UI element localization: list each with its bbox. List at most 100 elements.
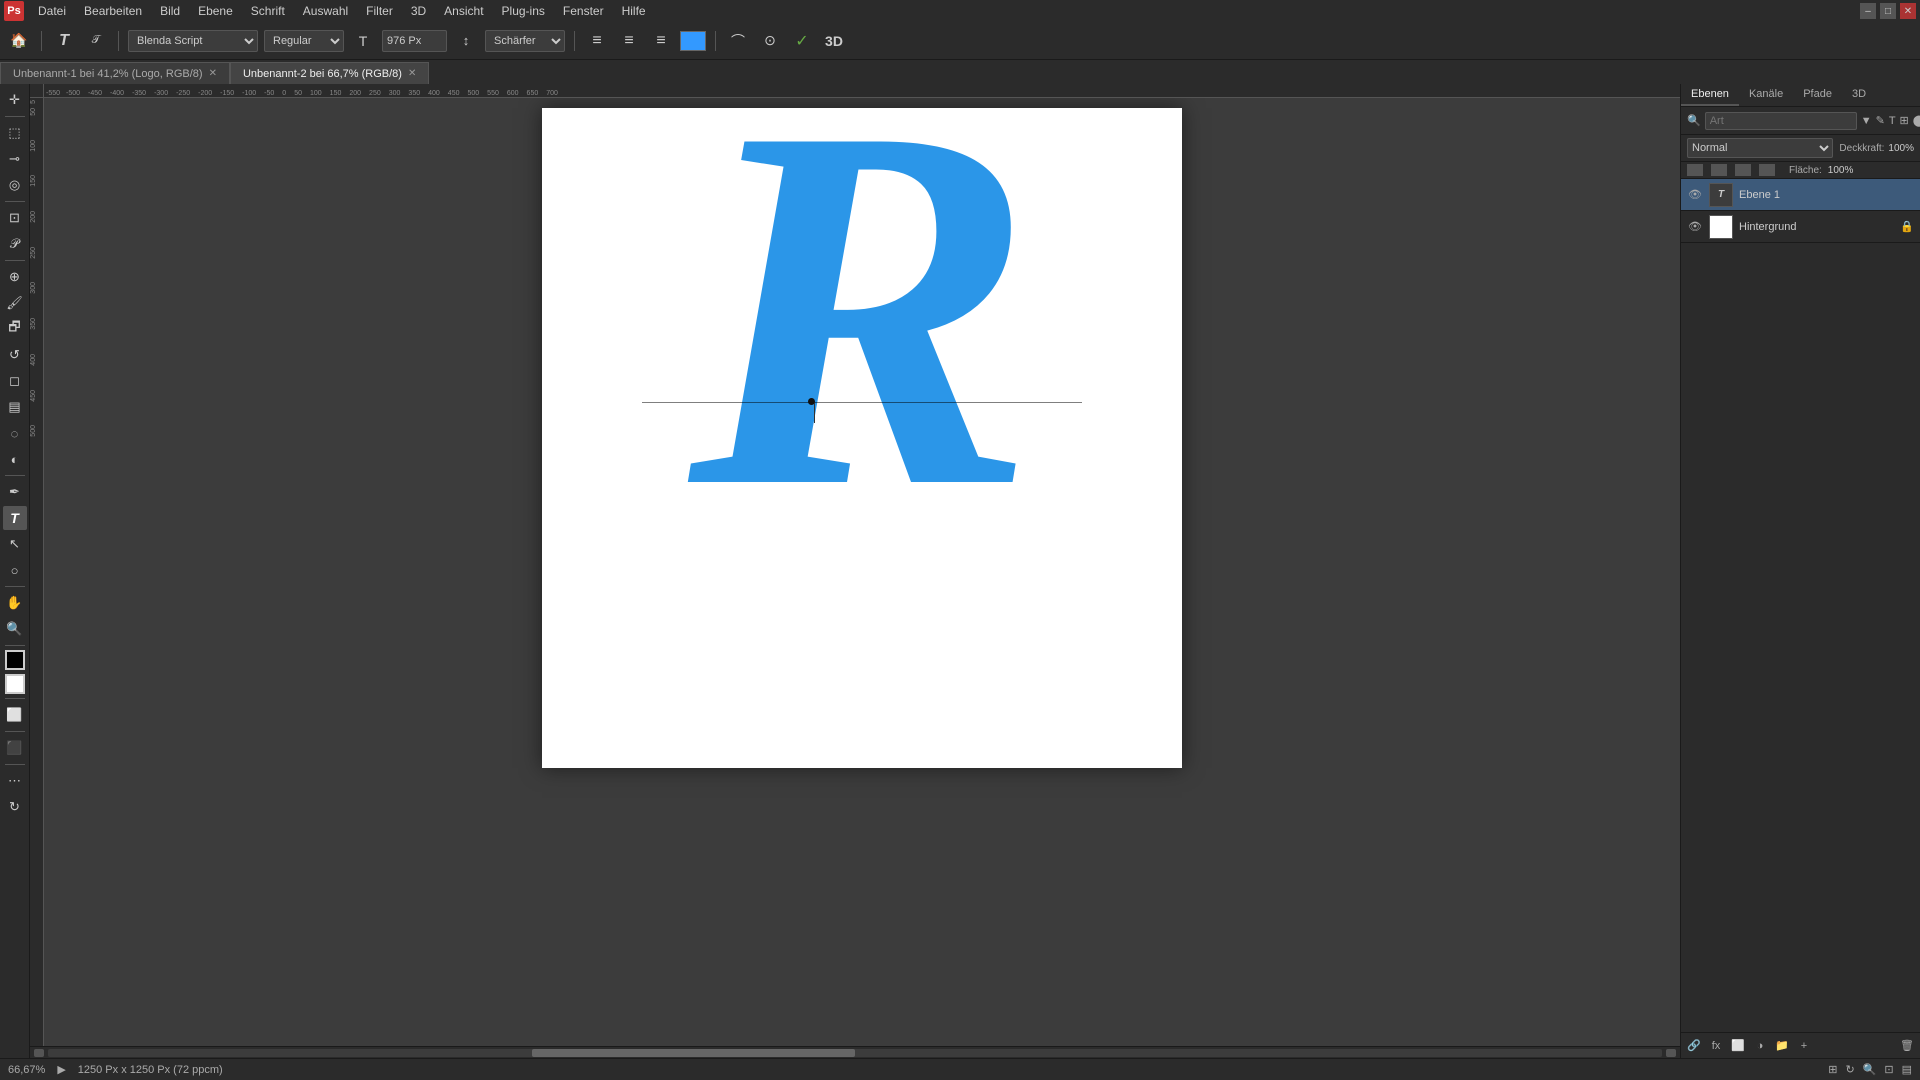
character-panel-icon[interactable]: ⊙ [757,28,783,54]
blur-tool[interactable]: ◌ [3,421,27,445]
brush-tool[interactable]: 🖌 [3,291,27,315]
status-icon1[interactable]: ⊞ [1828,1063,1837,1076]
menu-3d[interactable]: 3D [403,2,434,20]
delete-layer-icon[interactable]: 🗑 [1898,1037,1916,1055]
commit-icon[interactable]: ✓ [789,28,815,54]
layer-filter-icon2[interactable]: ✎ [1876,112,1885,130]
layer-filter-icon4[interactable]: ⊞ [1900,112,1909,130]
panel-tab-ebenen[interactable]: Ebenen [1681,84,1739,106]
lasso-tool[interactable]: ⊸ [3,147,27,171]
canvas-area[interactable]: R [44,98,1680,1046]
menu-schrift[interactable]: Schrift [243,2,293,20]
link-layers-icon[interactable]: 🔗 [1685,1037,1703,1055]
layer-eye-ebene1[interactable]: 👁 [1687,187,1703,203]
home-icon[interactable]: 🏠 [6,28,32,54]
h-scroll-track[interactable] [48,1049,1662,1057]
sep1 [41,31,42,51]
menu-bild[interactable]: Bild [152,2,188,20]
menu-plugins[interactable]: Plug-ins [494,2,553,20]
minimize-button[interactable]: – [1860,3,1876,19]
foreground-color[interactable] [5,650,25,670]
align-right-icon[interactable]: ≡ [648,28,674,54]
eyedropper-tool[interactable]: 𝒫 [3,232,27,256]
cancel-3d-icon[interactable]: 3D [821,28,847,54]
history-brush-tool[interactable]: ↺ [3,343,27,367]
status-icon3[interactable]: 🔍 [1863,1063,1877,1076]
tab1-close[interactable]: ✕ [209,68,217,79]
layer-item-hintergrund[interactable]: 👁 Hintergrund 🔒 [1681,211,1920,243]
status-icon2[interactable]: ↻ [1845,1063,1854,1076]
add-layer-icon[interactable]: + [1795,1037,1813,1055]
marquee-tool[interactable]: ⬚ [3,121,27,145]
sharpening-select[interactable]: Schärfer [485,30,565,52]
clone-tool[interactable]: 🗗 [3,317,27,341]
h-scroll-right[interactable] [1666,1049,1676,1057]
move-tool[interactable]: ✛ [3,88,27,112]
panel-tab-pfade[interactable]: Pfade [1793,84,1842,106]
add-style-icon[interactable]: fx [1707,1037,1725,1055]
quick-mask-tool[interactable]: ⬜ [3,703,27,727]
menu-ebene[interactable]: Ebene [190,2,241,20]
layer-search-input[interactable] [1705,112,1857,130]
font-style-select[interactable]: Regular [264,30,344,52]
menu-ansicht[interactable]: Ansicht [436,2,491,20]
eraser-tool[interactable]: ◻ [3,369,27,393]
menu-bearbeiten[interactable]: Bearbeiten [76,2,150,20]
maximize-button[interactable]: □ [1880,3,1896,19]
app-home-icon[interactable]: Ps [4,1,24,21]
pen-tool[interactable]: ✒ [3,480,27,504]
menu-fenster[interactable]: Fenster [555,2,612,20]
layer-eye-hintergrund[interactable]: 👁 [1687,219,1703,235]
tool-sep3 [5,260,25,261]
close-button[interactable]: ✕ [1900,3,1916,19]
add-mask-icon[interactable]: ⬜ [1729,1037,1747,1055]
h-scrollbar[interactable] [30,1046,1680,1058]
font-size-input[interactable] [382,30,447,52]
hand-tool[interactable]: ✋ [3,591,27,615]
shape-tool[interactable]: ○ [3,558,27,582]
layer-filter-icon5[interactable]: ⬤ [1913,112,1920,130]
text-tool-icon[interactable]: T [51,28,77,54]
gradient-tool[interactable]: ▤ [3,395,27,419]
h-scroll-thumb[interactable] [532,1049,855,1057]
screen-mode-tool[interactable]: ⬛ [3,736,27,760]
canvas-wrapper: -550 -500 -450 -400 -350 -300 -250 -200 … [30,84,1680,1058]
tabs-bar: Unbenannt-1 bei 41,2% (Logo, RGB/8) ✕ Un… [0,60,1920,84]
zoom-tool[interactable]: 🔍 [3,617,27,641]
align-center-icon[interactable]: ≡ [616,28,642,54]
h-scroll-left[interactable] [34,1049,44,1057]
tool-sep9 [5,764,25,765]
status-icon5[interactable]: ▤ [1902,1063,1912,1076]
healing-tool[interactable]: ⊕ [3,265,27,289]
rotate-view-tool[interactable]: ↻ [3,795,27,819]
menu-auswahl[interactable]: Auswahl [295,2,356,20]
background-color[interactable] [5,674,25,694]
layer-filter-icon1[interactable]: ▼ [1861,112,1872,130]
menu-datei[interactable]: Datei [30,2,74,20]
status-icon4[interactable]: ⊡ [1884,1063,1893,1076]
panel-tab-kanaele[interactable]: Kanäle [1739,84,1793,106]
text-tool[interactable]: T [3,506,27,530]
tab2-close[interactable]: ✕ [408,68,416,79]
extras-tool[interactable]: ⋯ [3,769,27,793]
text-options-icon[interactable]: 𝒯 [83,28,109,54]
search-icon: 🔍 [1687,114,1701,127]
tab-unbenannt2[interactable]: Unbenannt-2 bei 66,7% (RGB/8) ✕ [230,62,429,84]
add-adjustment-icon[interactable]: ◑ [1751,1037,1769,1055]
dodge-tool[interactable]: ◐ [3,447,27,471]
path-select-tool[interactable]: ↖ [3,532,27,556]
menu-filter[interactable]: Filter [358,2,401,20]
layer-mode-select[interactable]: Normal [1687,138,1833,158]
add-group-icon[interactable]: 📁 [1773,1037,1791,1055]
crop-tool[interactable]: ⊡ [3,206,27,230]
quick-select-tool[interactable]: ◎ [3,173,27,197]
layer-item-ebene1[interactable]: 👁 T Ebene 1 [1681,179,1920,211]
warp-text-icon[interactable]: ⌒ [725,28,751,54]
panel-tab-3d[interactable]: 3D [1842,84,1876,106]
text-color-swatch[interactable] [680,31,706,51]
font-family-select[interactable]: Blenda Script [128,30,258,52]
layer-filter-icon3[interactable]: T [1889,112,1896,130]
menu-hilfe[interactable]: Hilfe [614,2,654,20]
align-left-icon[interactable]: ≡ [584,28,610,54]
tab-unbenannt1[interactable]: Unbenannt-1 bei 41,2% (Logo, RGB/8) ✕ [0,62,230,84]
